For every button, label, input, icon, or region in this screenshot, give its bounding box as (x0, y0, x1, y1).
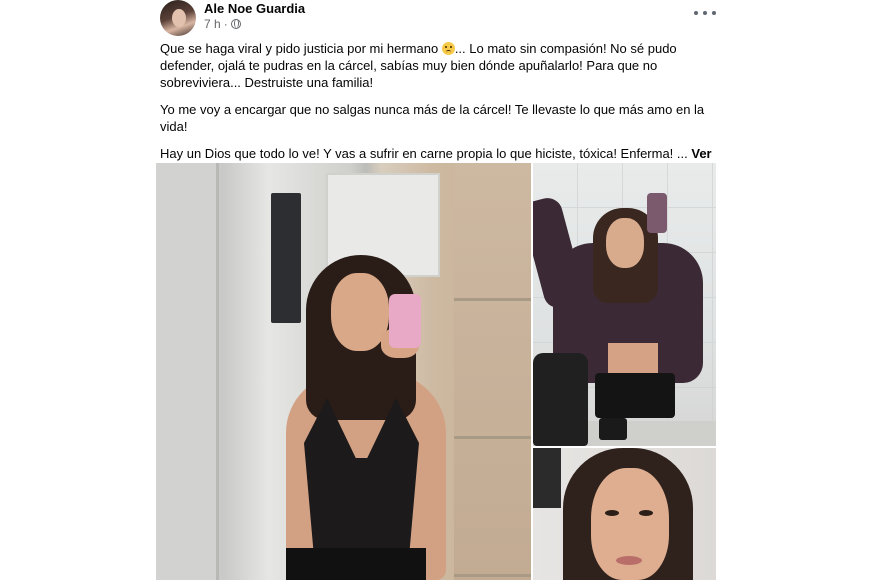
crying-face-emoji-icon (441, 42, 455, 55)
author-name[interactable]: Ale Noe Guardia (204, 1, 305, 16)
post-meta: 7 h · (204, 17, 241, 31)
facebook-post: Ale Noe Guardia 7 h · Que se haga viral … (150, 0, 722, 580)
meta-separator: · (223, 17, 228, 31)
author-avatar[interactable] (160, 0, 196, 36)
photo-bottom-right[interactable] (533, 448, 716, 580)
post-time[interactable]: 7 h (204, 17, 221, 31)
more-options-icon[interactable] (694, 6, 716, 20)
post-paragraph: Que se haga viral y pido justicia por mi… (160, 41, 677, 90)
photo-grid (156, 163, 716, 580)
photo-top-right[interactable] (533, 163, 716, 446)
post-paragraph: Yo me voy a encargar que no salgas nunca… (160, 102, 705, 134)
globe-icon[interactable] (230, 19, 241, 29)
photo-main[interactable] (156, 163, 531, 580)
